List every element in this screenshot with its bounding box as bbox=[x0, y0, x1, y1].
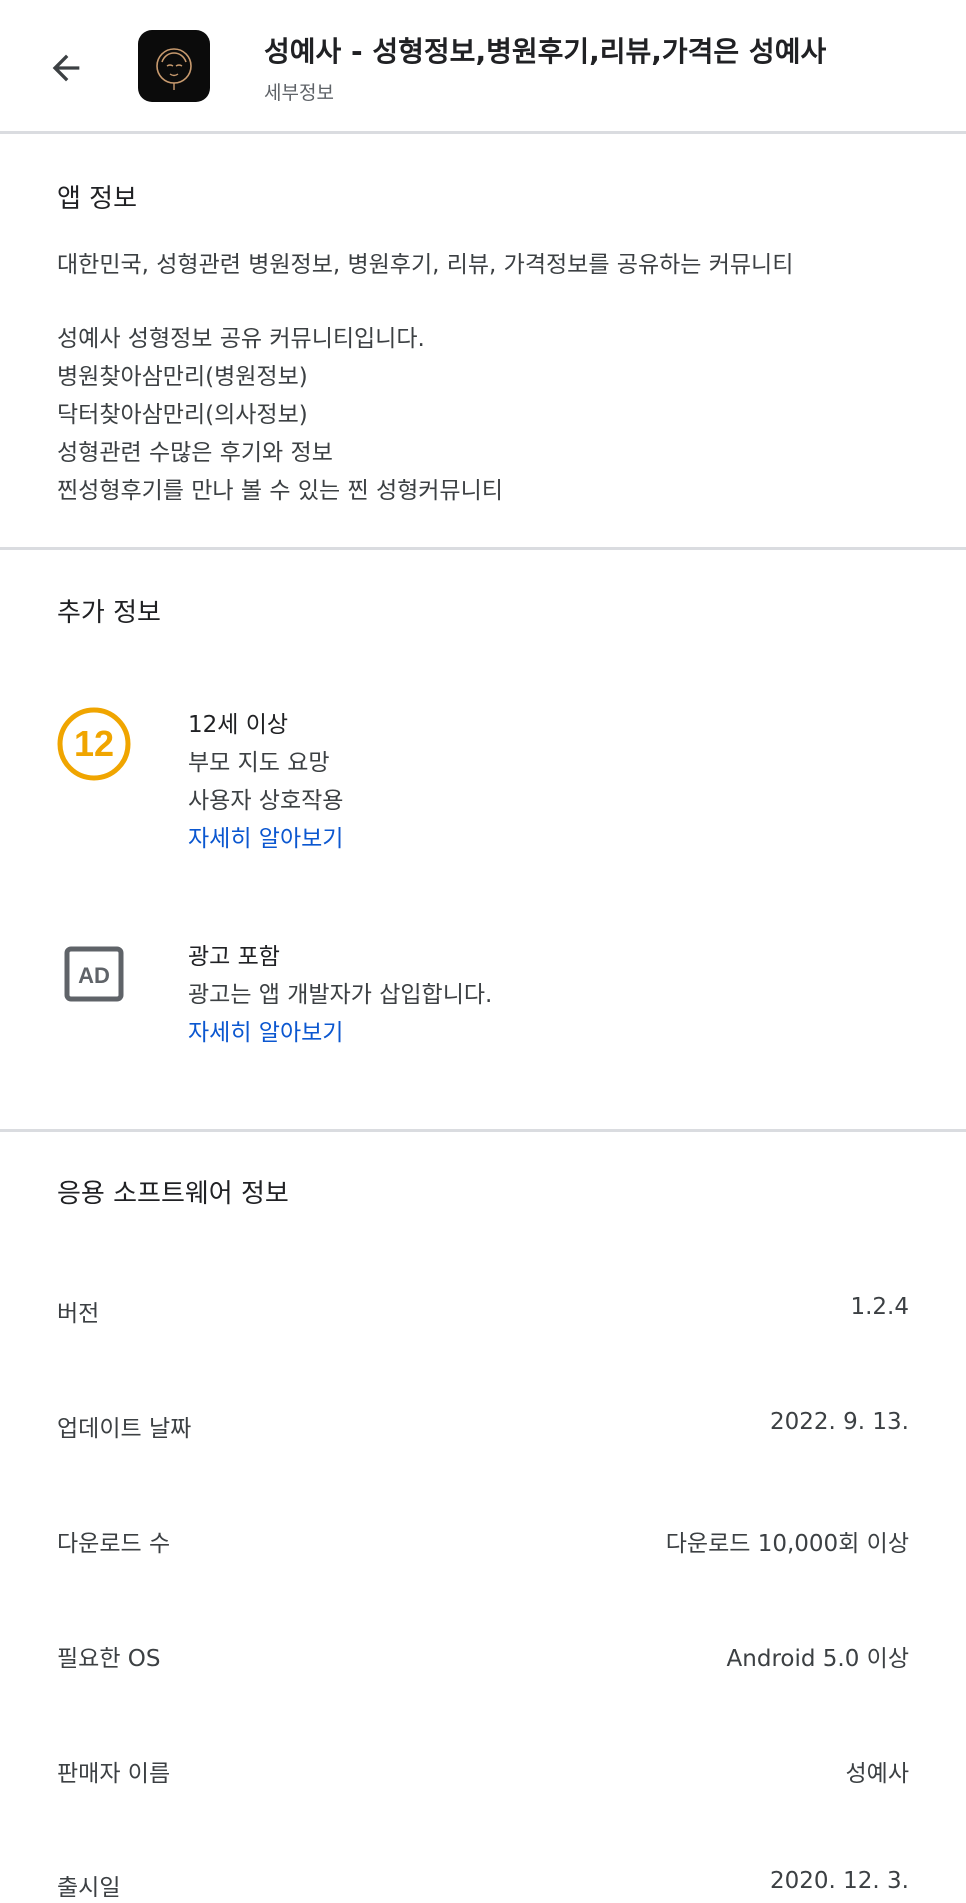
age-rating-line: 부모 지도 요망 bbox=[188, 750, 330, 776]
row-label: 다운로드 수 bbox=[57, 1531, 171, 1557]
app-title: 성예사 - 성형정보,병원후기,리뷰,가격은 성예사 bbox=[264, 35, 827, 68]
page-subtitle: 세부정보 bbox=[264, 82, 334, 104]
row-value: 2020. 12. 3. bbox=[770, 1868, 909, 1894]
arrow-back-icon bbox=[46, 48, 86, 92]
description-line: 병원찾아삼만리(병원정보) bbox=[57, 364, 308, 390]
row-label: 필요한 OS bbox=[57, 1646, 161, 1672]
software-info-row-updated: 업데이트 날짜 2022. 9. 13. bbox=[57, 1409, 909, 1443]
back-button[interactable] bbox=[36, 40, 96, 100]
software-info-row-downloads: 다운로드 수 다운로드 10,000회 이상 bbox=[57, 1524, 909, 1558]
row-label: 판매자 이름 bbox=[57, 1761, 171, 1787]
row-value: 성예사 bbox=[845, 1761, 909, 1787]
description-line: 성형관련 수많은 후기와 정보 bbox=[57, 440, 333, 466]
app-info-summary: 대한민국, 성형관련 병원정보, 병원후기, 리뷰, 가격정보를 공유하는 커뮤… bbox=[57, 252, 794, 278]
software-info-row-seller: 판매자 이름 성예사 bbox=[57, 1754, 909, 1788]
row-value: Android 5.0 이상 bbox=[726, 1646, 909, 1672]
ads-title: 광고 포함 bbox=[188, 944, 280, 970]
ads-description: 광고는 앱 개발자가 삽입합니다. bbox=[188, 982, 493, 1008]
age-rating-12-icon: 12 bbox=[56, 706, 132, 786]
age-rating-line: 사용자 상호작용 bbox=[188, 788, 344, 814]
app-details-page: 성예사 - 성형정보,병원후기,리뷰,가격은 성예사 세부정보 앱 정보 대한민… bbox=[0, 0, 966, 1903]
app-bar: 성예사 - 성형정보,병원후기,리뷰,가격은 성예사 세부정보 bbox=[0, 0, 966, 132]
age-rating-learn-more-link[interactable]: 자세히 알아보기 bbox=[188, 820, 343, 858]
row-value: 2022. 9. 13. bbox=[770, 1409, 909, 1435]
app-icon bbox=[138, 30, 210, 102]
ads-learn-more-link[interactable]: 자세히 알아보기 bbox=[188, 1014, 492, 1052]
software-info-heading: 응용 소프트웨어 정보 bbox=[57, 1179, 289, 1209]
description-line: 찐성형후기를 만나 볼 수 있는 찐 성형커뮤니티 bbox=[57, 478, 503, 504]
app-info-heading: 앱 정보 bbox=[57, 184, 138, 214]
row-value: 1.2.4 bbox=[850, 1294, 909, 1320]
software-info-row-required-os: 필요한 OS Android 5.0 이상 bbox=[57, 1639, 909, 1673]
additional-info-heading: 추가 정보 bbox=[57, 598, 161, 628]
description-line: 닥터찾아삼만리(의사정보) bbox=[57, 402, 308, 428]
description-line: 성예사 성형정보 공유 커뮤니티입니다. bbox=[57, 326, 425, 352]
age-rating-info: 12세 이상 부모 지도 요망 사용자 상호작용 자세히 알아보기 bbox=[188, 706, 343, 858]
ads-info: 광고 포함 광고는 앱 개발자가 삽입합니다. 자세히 알아보기 bbox=[188, 938, 492, 1052]
row-value: 다운로드 10,000회 이상 bbox=[665, 1531, 909, 1557]
ad-icon-label: AD bbox=[78, 963, 110, 988]
software-info-row-version: 버전 1.2.4 bbox=[57, 1294, 909, 1328]
software-info-row-release-date: 출시일 2020. 12. 3. bbox=[57, 1868, 909, 1902]
app-info-description: 성예사 성형정보 공유 커뮤니티입니다. 병원찾아삼만리(병원정보) 닥터찾아삼… bbox=[57, 320, 503, 510]
row-label: 출시일 bbox=[57, 1875, 121, 1901]
ad-icon: AD bbox=[64, 946, 124, 1006]
row-label: 업데이트 날짜 bbox=[57, 1416, 192, 1442]
face-logo-icon bbox=[156, 48, 192, 90]
header-divider bbox=[0, 131, 966, 134]
age-rating-title: 12세 이상 bbox=[188, 712, 289, 738]
age-rating-number: 12 bbox=[74, 723, 114, 764]
section-divider bbox=[0, 547, 966, 550]
section-divider bbox=[0, 1129, 966, 1132]
row-label: 버전 bbox=[57, 1301, 100, 1327]
